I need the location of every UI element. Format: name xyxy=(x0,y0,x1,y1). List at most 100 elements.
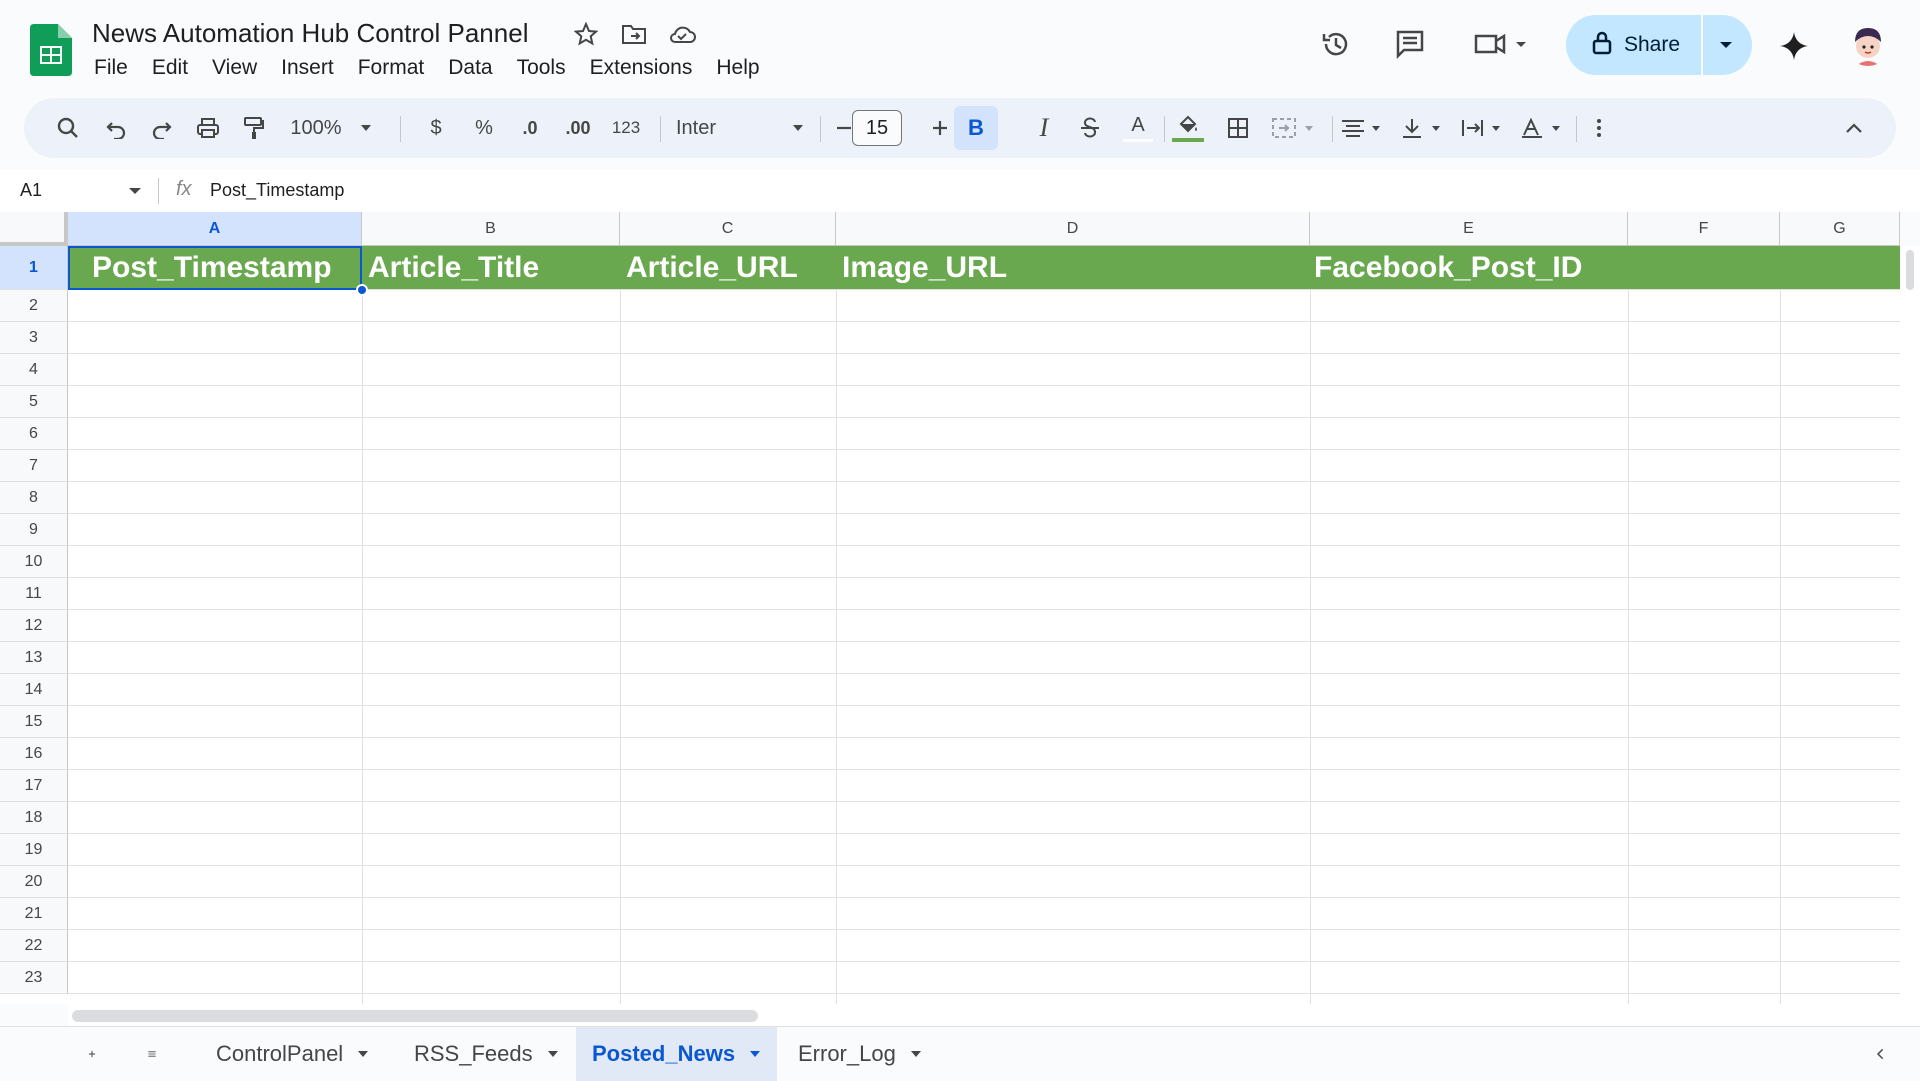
table-row[interactable] xyxy=(68,674,1900,706)
column-header-a[interactable]: A xyxy=(68,212,362,246)
decrease-decimal-button[interactable]: .0 xyxy=(510,108,550,148)
menu-tools[interactable]: Tools xyxy=(505,54,578,82)
table-row[interactable] xyxy=(68,834,1900,866)
cell-d1[interactable]: Image_URL xyxy=(836,246,1310,290)
chevron-down-icon[interactable] xyxy=(128,184,142,202)
text-wrapping-icon[interactable] xyxy=(1456,108,1510,148)
increase-decimal-button[interactable]: .00 xyxy=(556,108,600,148)
menu-help[interactable]: Help xyxy=(704,54,771,82)
menu-extensions[interactable]: Extensions xyxy=(578,54,705,82)
gemini-icon[interactable] xyxy=(1774,26,1814,66)
vertical-align-icon[interactable] xyxy=(1396,108,1450,148)
cell-e1[interactable]: Facebook_Post_ID xyxy=(1310,246,1628,290)
row-header[interactable]: 13 xyxy=(0,642,68,674)
sheet-tab-rss-feeds[interactable]: RSS_Feeds xyxy=(398,1027,575,1081)
row-header[interactable]: 14 xyxy=(0,674,68,706)
cell-b1[interactable]: Article_Title xyxy=(362,246,620,290)
percent-format-button[interactable]: % xyxy=(464,108,504,148)
table-row[interactable] xyxy=(68,290,1900,322)
formula-input[interactable]: Post_Timestamp xyxy=(210,180,344,201)
row-header[interactable]: 15 xyxy=(0,706,68,738)
row-header[interactable]: 16 xyxy=(0,738,68,770)
borders-icon[interactable] xyxy=(1218,108,1258,148)
all-sheets-icon[interactable] xyxy=(132,1027,172,1081)
column-header-e[interactable]: E xyxy=(1310,212,1628,246)
currency-format-button[interactable]: $ xyxy=(416,108,456,148)
row-header[interactable]: 10 xyxy=(0,546,68,578)
merge-cells-icon[interactable] xyxy=(1266,108,1326,148)
table-row[interactable] xyxy=(68,418,1900,450)
italic-button[interactable]: I xyxy=(1024,108,1064,148)
table-row[interactable] xyxy=(68,546,1900,578)
increase-font-size-icon[interactable] xyxy=(922,108,958,148)
column-header-c[interactable]: C xyxy=(620,212,836,246)
menu-edit[interactable]: Edit xyxy=(140,54,200,82)
row-header[interactable]: 2 xyxy=(0,290,68,322)
search-menus-icon[interactable] xyxy=(48,108,88,148)
row-header[interactable]: 19 xyxy=(0,834,68,866)
avatar[interactable] xyxy=(1846,22,1890,66)
spreadsheet-grid[interactable]: A B C D E F G Post_Timestamp Article_Tit… xyxy=(0,212,1900,1004)
row-header[interactable]: 1 xyxy=(0,246,68,290)
table-row[interactable] xyxy=(68,962,1900,994)
cloud-saved-icon[interactable] xyxy=(668,20,696,48)
row-header[interactable]: 12 xyxy=(0,610,68,642)
table-row[interactable] xyxy=(68,642,1900,674)
column-header-f[interactable]: F xyxy=(1628,212,1780,246)
comments-icon[interactable] xyxy=(1390,24,1430,64)
horizontal-align-icon[interactable] xyxy=(1336,108,1390,148)
menu-view[interactable]: View xyxy=(200,54,269,82)
move-folder-icon[interactable] xyxy=(620,20,648,48)
vertical-scrollbar-thumb[interactable] xyxy=(1906,250,1914,290)
version-history-icon[interactable] xyxy=(1316,24,1356,64)
table-row[interactable] xyxy=(68,482,1900,514)
table-row[interactable] xyxy=(68,898,1900,930)
undo-icon[interactable] xyxy=(96,108,136,148)
add-sheet-icon[interactable] xyxy=(72,1027,112,1081)
table-row[interactable] xyxy=(68,930,1900,962)
table-row[interactable] xyxy=(68,738,1900,770)
more-options-icon[interactable] xyxy=(1584,108,1614,148)
table-row[interactable] xyxy=(68,354,1900,386)
fill-color-icon[interactable] xyxy=(1168,108,1208,148)
row-header[interactable]: 11 xyxy=(0,578,68,610)
font-family-select[interactable]: Inter xyxy=(670,108,810,148)
row-header[interactable]: 21 xyxy=(0,898,68,930)
row-header[interactable]: 18 xyxy=(0,802,68,834)
table-row[interactable] xyxy=(68,450,1900,482)
row-header[interactable]: 5 xyxy=(0,386,68,418)
row-header[interactable]: 4 xyxy=(0,354,68,386)
row-header[interactable]: 20 xyxy=(0,866,68,898)
horizontal-scrollbar-thumb[interactable] xyxy=(72,1010,758,1022)
more-formats-button[interactable]: 123 xyxy=(604,108,648,148)
text-rotation-icon[interactable] xyxy=(1516,108,1570,148)
star-icon[interactable] xyxy=(572,20,600,48)
font-size-input[interactable]: 15 xyxy=(852,110,902,146)
menu-format[interactable]: Format xyxy=(346,54,437,82)
table-row[interactable] xyxy=(68,802,1900,834)
paint-format-icon[interactable] xyxy=(234,108,274,148)
collapse-toolbar-icon[interactable] xyxy=(1834,108,1874,148)
row-header[interactable]: 7 xyxy=(0,450,68,482)
cell-c1[interactable]: Article_URL xyxy=(620,246,836,290)
row-header[interactable]: 3 xyxy=(0,322,68,354)
menu-insert[interactable]: Insert xyxy=(269,54,346,82)
meet-video-icon[interactable] xyxy=(1470,24,1530,64)
table-row[interactable] xyxy=(68,322,1900,354)
redo-icon[interactable] xyxy=(142,108,182,148)
table-row[interactable] xyxy=(68,578,1900,610)
table-row[interactable] xyxy=(68,866,1900,898)
row-header[interactable]: 22 xyxy=(0,930,68,962)
menu-file[interactable]: File xyxy=(82,54,140,82)
table-row[interactable] xyxy=(68,706,1900,738)
zoom-select[interactable]: 100% xyxy=(286,108,376,148)
row-header[interactable]: 6 xyxy=(0,418,68,450)
column-header-b[interactable]: B xyxy=(362,212,620,246)
row-header[interactable]: 17 xyxy=(0,770,68,802)
table-row[interactable] xyxy=(68,770,1900,802)
share-dropdown-icon[interactable] xyxy=(1718,37,1734,58)
sheet-tab-error-log[interactable]: Error_Log xyxy=(782,1027,938,1081)
select-all-corner[interactable] xyxy=(0,212,68,246)
vertical-scrollbar[interactable] xyxy=(1900,246,1920,1004)
sheet-tab-controlpanel[interactable]: ControlPanel xyxy=(200,1027,385,1081)
